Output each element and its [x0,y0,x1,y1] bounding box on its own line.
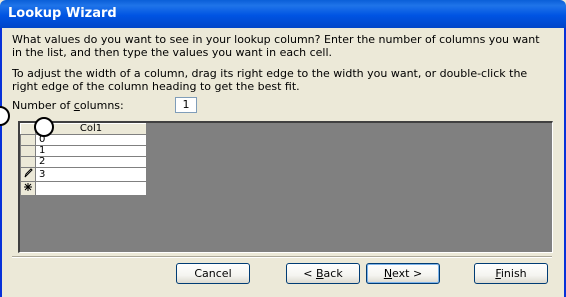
back-button[interactable]: < Back [286,263,360,284]
value-cell[interactable] [35,181,147,196]
instruction-text-1: What values do you want to see in your l… [12,33,540,59]
row-selector[interactable] [20,156,36,168]
values-datasheet[interactable]: Col1 0 1 2 3 [18,121,553,253]
title-bar[interactable]: Lookup Wizard [0,0,566,28]
button-separator [12,256,552,258]
pencil-icon [24,168,33,178]
next-button[interactable]: Next > [366,263,440,284]
cancel-button[interactable]: Cancel [176,263,250,284]
value-cell[interactable]: 1 [35,145,147,157]
callout-circle-marker [34,117,54,137]
table-row: 3 [20,167,147,182]
value-cell[interactable]: 0 [35,134,147,146]
window-title: Lookup Wizard [8,6,117,21]
instruction-text-2: To adjust the width of a column, drag it… [12,67,528,93]
new-record-icon [24,183,32,191]
number-of-columns-label: Number of columns: [12,99,124,112]
row-selector[interactable] [20,145,36,157]
row-selector[interactable] [20,134,36,146]
row-selector[interactable] [20,181,36,196]
table-row: 1 [20,145,147,157]
number-of-columns-input[interactable] [175,97,197,113]
finish-button[interactable]: Finish [474,263,548,284]
value-cell[interactable]: 2 [35,156,147,168]
table-row: 2 [20,156,147,168]
table-row [20,181,147,196]
row-selector[interactable] [20,167,36,182]
value-cell[interactable]: 3 [35,167,147,182]
